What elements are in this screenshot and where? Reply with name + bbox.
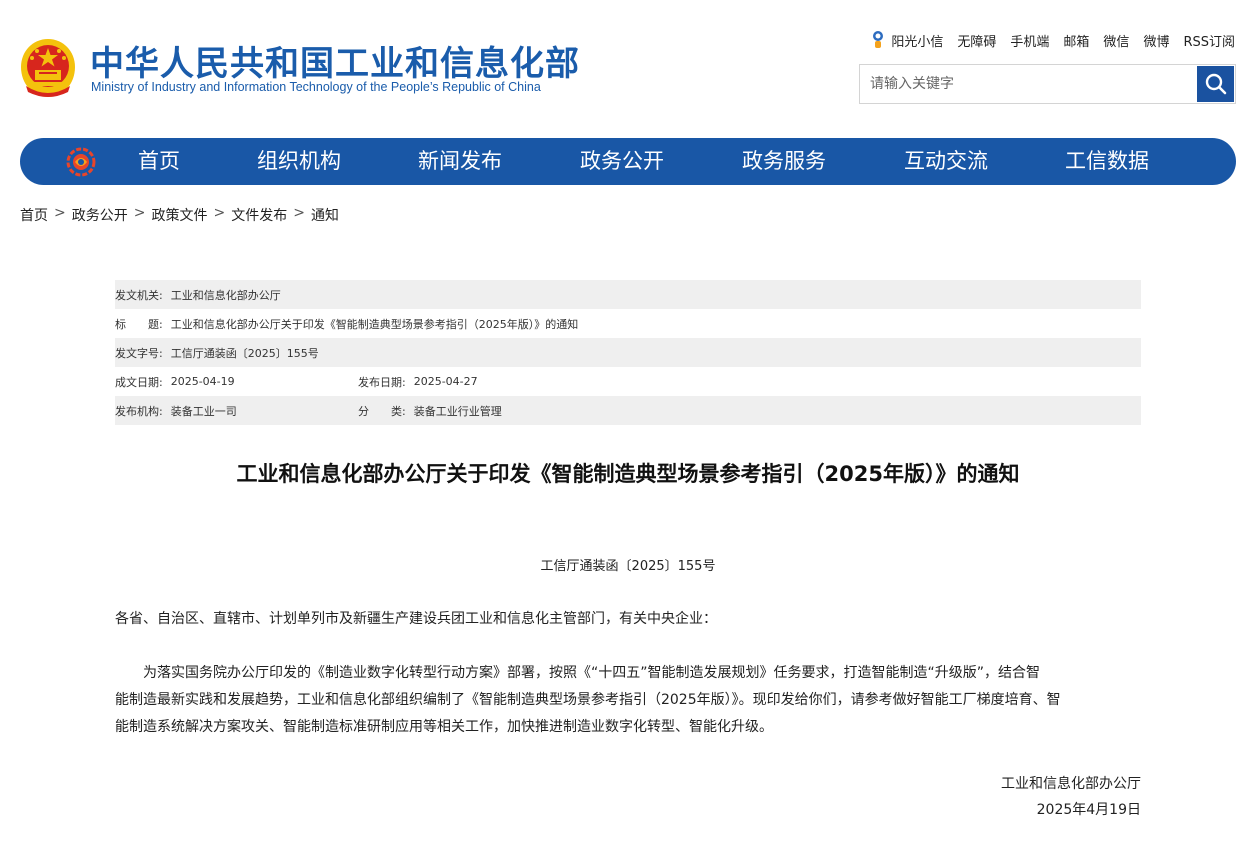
article-body-line: 能制造系统解决方案攻关、智能制造标准研制应用等相关工作，加快推进制造业数字化转型… <box>115 719 773 735</box>
breadcrumb-home[interactable]: 首页 <box>20 205 48 225</box>
top-link-mobile[interactable]: 手机端 <box>1010 31 1049 50</box>
top-link-mail[interactable]: 邮箱 <box>1063 31 1089 50</box>
nav-government-affairs[interactable]: 政务公开 <box>580 138 664 185</box>
breadcrumb-policy[interactable]: 政策文件 <box>151 205 207 225</box>
article-title: 工业和信息化部办公厅关于印发《智能制造典型场景参考指引（2025年版）》的通知 <box>236 462 1020 486</box>
search-box <box>859 64 1236 104</box>
top-link-rss[interactable]: RSS订阅 <box>1183 31 1235 50</box>
miit-logo-icon <box>65 146 97 178</box>
search-icon <box>1205 73 1226 95</box>
article-salutation: 各省、自治区、直辖市、计划单列市及新疆生产建设兵团工业和信息化主管部门，有关中央… <box>115 611 717 627</box>
meta-issuer-label: 发文机关: <box>115 288 163 302</box>
meta-row-title: 标 题: 工业和信息化部办公厅关于印发《智能制造典型场景参考指引（2025年版）… <box>115 309 1141 338</box>
meta-category-value: 装备工业行业管理 <box>413 404 502 418</box>
breadcrumb-releases[interactable]: 文件发布 <box>231 205 287 225</box>
article-body: 为落实国务院办公厅印发的《制造业数字化转型行动方案》部署，按照《“十四五”智能制… <box>115 660 1141 741</box>
article-body-line: 能制造最新实践和发展趋势，工业和信息化部组织编制了《智能制造典型场景参考指引（2… <box>115 692 1061 708</box>
meta-category-label: 分 类: <box>358 404 406 418</box>
meta-docno-value: 工信厅通装函〔2025〕155号 <box>170 346 319 360</box>
top-link-sunshine[interactable]: 阳光小信 <box>891 31 943 50</box>
meta-title-value: 工业和信息化部办公厅关于印发《智能制造典型场景参考指引（2025年版）》的通知 <box>170 317 579 331</box>
meta-title-label: 标 题: <box>115 317 163 331</box>
nav-interaction[interactable]: 互动交流 <box>904 138 988 185</box>
signature-org: 工业和信息化部办公厅 <box>1001 776 1141 792</box>
meta-org-label: 发布机构: <box>115 404 163 418</box>
top-link-accessibility[interactable]: 无障碍 <box>957 31 996 50</box>
breadcrumb-separator: > <box>213 205 226 221</box>
meta-row-docno: 发文字号: 工信厅通装函〔2025〕155号 <box>115 338 1141 367</box>
article-doc-number: 工信厅通装函〔2025〕155号 <box>540 559 716 574</box>
top-link-wechat[interactable]: 微信 <box>1103 31 1129 50</box>
site-title-cn[interactable]: 中华人民共和国工业和信息化部 <box>90 36 580 85</box>
breadcrumb: 首页 > 政务公开 > 政策文件 > 文件发布 > 通知 <box>20 205 339 225</box>
main-nav: 首页 组织机构 新闻发布 政务公开 政务服务 互动交流 工信数据 <box>20 138 1236 185</box>
search-button[interactable] <box>1197 66 1234 102</box>
nav-data[interactable]: 工信数据 <box>1065 138 1149 185</box>
nav-news[interactable]: 新闻发布 <box>418 138 502 185</box>
breadcrumb-government-affairs[interactable]: 政务公开 <box>72 205 128 225</box>
nav-organization[interactable]: 组织机构 <box>257 138 341 185</box>
meta-row-issuer: 发文机关: 工业和信息化部办公厅 <box>115 280 1141 309</box>
breadcrumb-separator: > <box>293 205 305 221</box>
meta-created-label: 成文日期: <box>115 375 163 389</box>
meta-published-label: 发布日期: <box>358 375 406 389</box>
meta-issuer-value: 工业和信息化部办公厅 <box>170 288 281 302</box>
meta-published-value: 2025-04-27 <box>413 375 478 388</box>
article-body-line: 为落实国务院办公厅印发的《制造业数字化转型行动方案》部署，按照《“十四五”智能制… <box>115 665 1041 681</box>
nav-services[interactable]: 政务服务 <box>742 138 826 185</box>
site-title-en: Ministry of Industry and Information Tec… <box>91 80 541 94</box>
national-emblem-icon <box>18 36 78 100</box>
nav-home[interactable]: 首页 <box>138 138 180 185</box>
breadcrumb-separator: > <box>54 205 66 221</box>
meta-docno-label: 发文字号: <box>115 346 163 360</box>
meta-row-dates: 成文日期: 2025-04-19 发布日期: 2025-04-27 <box>115 367 1141 396</box>
meta-row-org: 发布机构: 装备工业一司 分 类: 装备工业行业管理 <box>115 396 1141 425</box>
top-link-weibo[interactable]: 微博 <box>1143 31 1169 50</box>
document-meta-table: 发文机关: 工业和信息化部办公厅 标 题: 工业和信息化部办公厅关于印发《智能制… <box>115 280 1141 425</box>
top-links: 阳光小信 无障碍 手机端 邮箱 微信 微博 RSS订阅 <box>870 30 1235 50</box>
breadcrumb-notice[interactable]: 通知 <box>311 205 339 225</box>
signature-date: 2025年4月19日 <box>1036 802 1141 818</box>
meta-org-value: 装备工业一司 <box>170 404 237 418</box>
meta-created-value: 2025-04-19 <box>170 375 235 388</box>
search-input[interactable] <box>860 65 1196 103</box>
sunshine-link[interactable]: 阳光小信 <box>870 30 943 50</box>
mascot-icon <box>870 30 886 50</box>
breadcrumb-separator: > <box>133 205 146 221</box>
